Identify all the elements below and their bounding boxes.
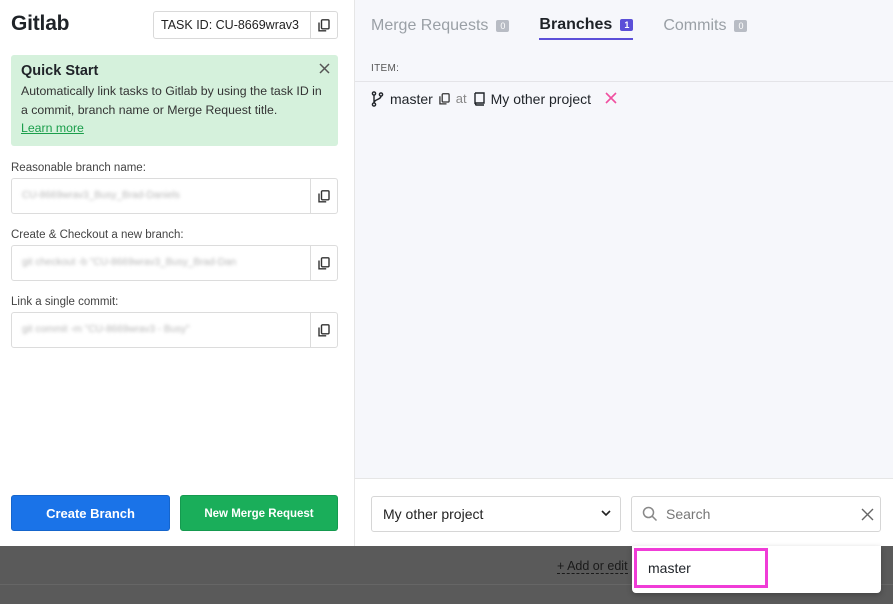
learn-more-link[interactable]: Learn more: [21, 121, 84, 135]
tab-bar: Merge Requests 0 Branches 1 Commits 0: [371, 16, 748, 40]
copy-commit-button[interactable]: [310, 313, 337, 347]
checkout-branch-field[interactable]: git checkout -b "CU-8669wrav3_Busy_Brad-…: [11, 245, 338, 281]
dropdown-option-master[interactable]: master: [634, 548, 768, 588]
commit-field[interactable]: git commit -m "CU-8669wrav3 - Busy": [11, 312, 338, 348]
linked-branch-item: master at My other project: [371, 90, 617, 107]
project-name[interactable]: My other project: [491, 91, 591, 107]
clear-search-button[interactable]: [861, 508, 874, 521]
close-quick-start-button[interactable]: [319, 61, 330, 79]
tab-count-badge: 0: [496, 20, 510, 32]
task-id-text: TASK ID: CU-8669wrav3: [161, 18, 300, 32]
add-or-edit-link[interactable]: + Add or edit: [557, 559, 628, 574]
tab-label: Merge Requests: [371, 17, 489, 34]
item-header: ITEM:: [371, 63, 400, 74]
chevron-down-icon: [600, 497, 612, 543]
copy-task-id-button[interactable]: [310, 12, 337, 38]
copy-checkout-button[interactable]: [310, 246, 337, 280]
quick-start-panel: Quick Start Automatically link tasks to …: [11, 55, 338, 146]
close-icon: [605, 92, 617, 104]
tab-label: Branches: [539, 16, 613, 33]
bottom-toolbar: My other project Search: [355, 478, 893, 546]
quick-start-title: Quick Start: [21, 63, 99, 79]
create-branch-button[interactable]: Create Branch: [11, 495, 170, 531]
project-select[interactable]: My other project: [371, 496, 621, 532]
divider: [355, 81, 893, 82]
tab-count-badge: 0: [734, 20, 748, 32]
new-merge-request-button[interactable]: New Merge Request: [180, 495, 338, 531]
branch-name-label: Reasonable branch name:: [11, 162, 146, 174]
close-icon: [861, 508, 874, 520]
search-icon: [642, 506, 658, 522]
copy-branch-name-button[interactable]: [310, 179, 337, 213]
unlink-button[interactable]: [605, 90, 617, 107]
repository-icon: [473, 91, 485, 106]
checkout-branch-label: Create & Checkout a new branch:: [11, 229, 184, 241]
tab-branches[interactable]: Branches 1: [539, 16, 634, 40]
at-label: at: [455, 91, 467, 106]
copy-icon[interactable]: [439, 92, 450, 105]
tab-merge-requests[interactable]: Merge Requests 0: [371, 16, 510, 40]
branch-name[interactable]: master: [390, 91, 433, 107]
task-id-box: TASK ID: CU-8669wrav3: [153, 11, 338, 39]
close-icon: [319, 63, 330, 74]
branch-name-value: CU-8669wrav3_Busy_Brad-Daniels: [22, 190, 180, 201]
left-panel: Gitlab TASK ID: CU-8669wrav3 Quick Start…: [0, 0, 355, 546]
tab-commits[interactable]: Commits 0: [663, 16, 748, 40]
tab-count-badge: 1: [620, 19, 634, 31]
right-panel: Merge Requests 0 Branches 1 Commits 0 IT…: [355, 0, 893, 546]
app-title: Gitlab: [11, 12, 70, 35]
tab-label: Commits: [663, 17, 727, 34]
commit-label: Link a single commit:: [11, 296, 119, 308]
copy-icon: [318, 323, 330, 336]
project-select-value: My other project: [383, 506, 484, 522]
copy-icon: [318, 18, 330, 31]
search-input[interactable]: Search: [631, 496, 881, 532]
copy-icon: [318, 189, 330, 202]
commit-value: git commit -m "CU-8669wrav3 - Busy": [22, 324, 190, 335]
branch-icon: [371, 90, 384, 107]
branch-dropdown: master: [632, 546, 881, 593]
branch-name-field[interactable]: CU-8669wrav3_Busy_Brad-Daniels: [11, 178, 338, 214]
quick-start-body: Automatically link tasks to Gitlab by us…: [21, 84, 322, 117]
search-placeholder: Search: [666, 506, 711, 522]
copy-icon: [318, 256, 330, 269]
checkout-branch-value: git checkout -b "CU-8669wrav3_Busy_Brad-…: [22, 257, 237, 268]
